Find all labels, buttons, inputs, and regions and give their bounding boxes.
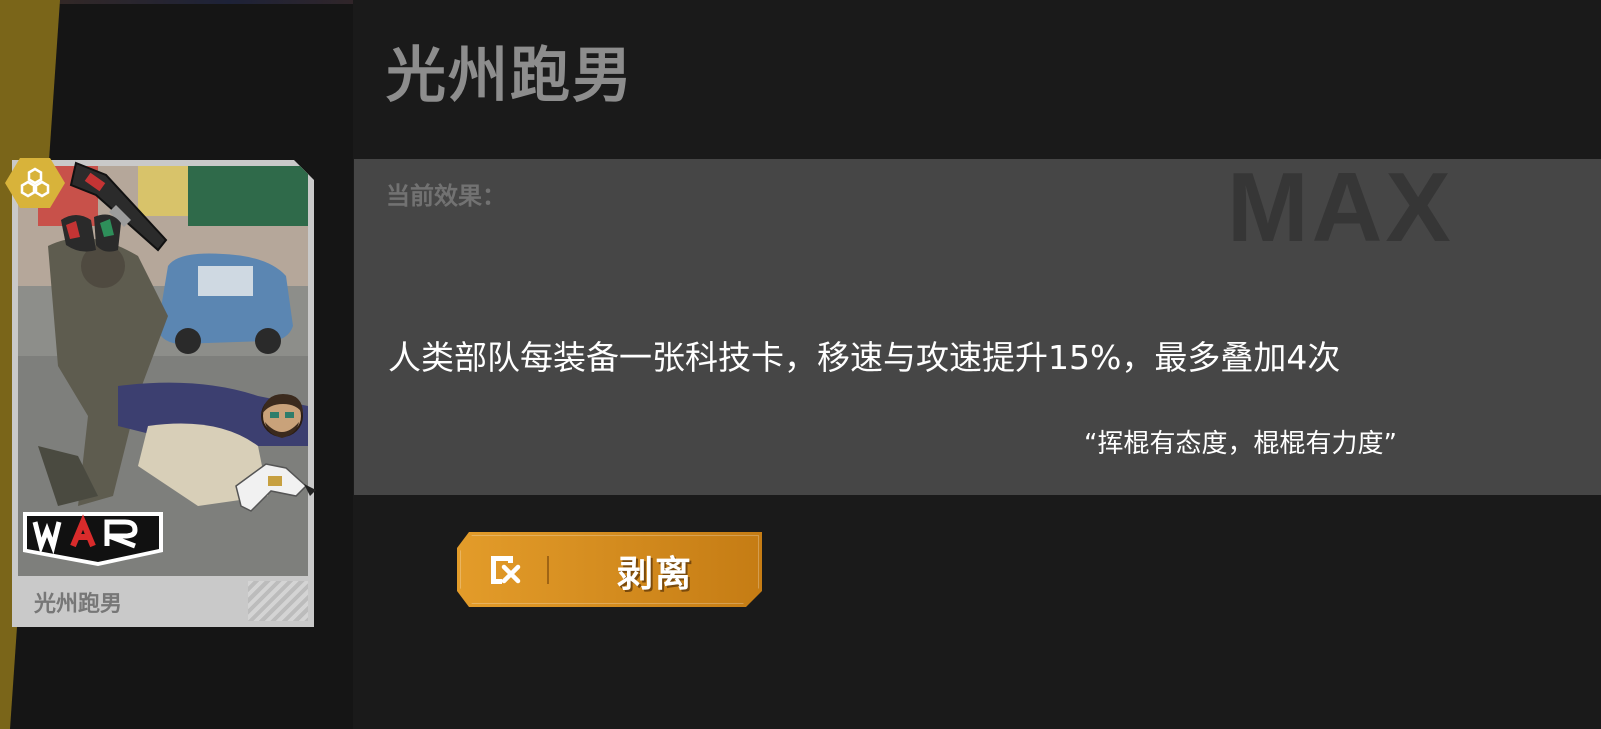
gun-icon	[61, 161, 168, 252]
bearded-face-icon	[261, 394, 303, 438]
card-detail-screen: 光州跑男 MAX 当前效果： 人类部队每装备一张科技卡，移速与攻速提升15%，最…	[0, 0, 1601, 729]
white-figure-icon	[235, 463, 316, 512]
effect-description: 人类部队每装备一张科技卡，移速与攻速提升15%，最多叠加4次	[388, 338, 1341, 377]
card-quote: “挥棍有态度，棍棍有力度”	[1084, 429, 1397, 459]
card-stripe-decoration	[248, 581, 308, 621]
strip-card-icon	[487, 553, 523, 587]
strip-button-label: 剥离	[617, 554, 694, 595]
button-divider	[547, 556, 549, 584]
card-title: 光州跑男	[386, 41, 634, 111]
level-max-watermark: MAX	[1227, 152, 1454, 262]
strip-button[interactable]: 剥离	[457, 532, 762, 607]
card-name-label: 光州跑男	[34, 592, 123, 617]
current-effect-label: 当前效果：	[386, 182, 506, 210]
effect-panel: MAX 当前效果： 人类部队每装备一张科技卡，移速与攻速提升15%，最多叠加4次…	[354, 152, 1601, 495]
war-logo	[23, 512, 163, 566]
